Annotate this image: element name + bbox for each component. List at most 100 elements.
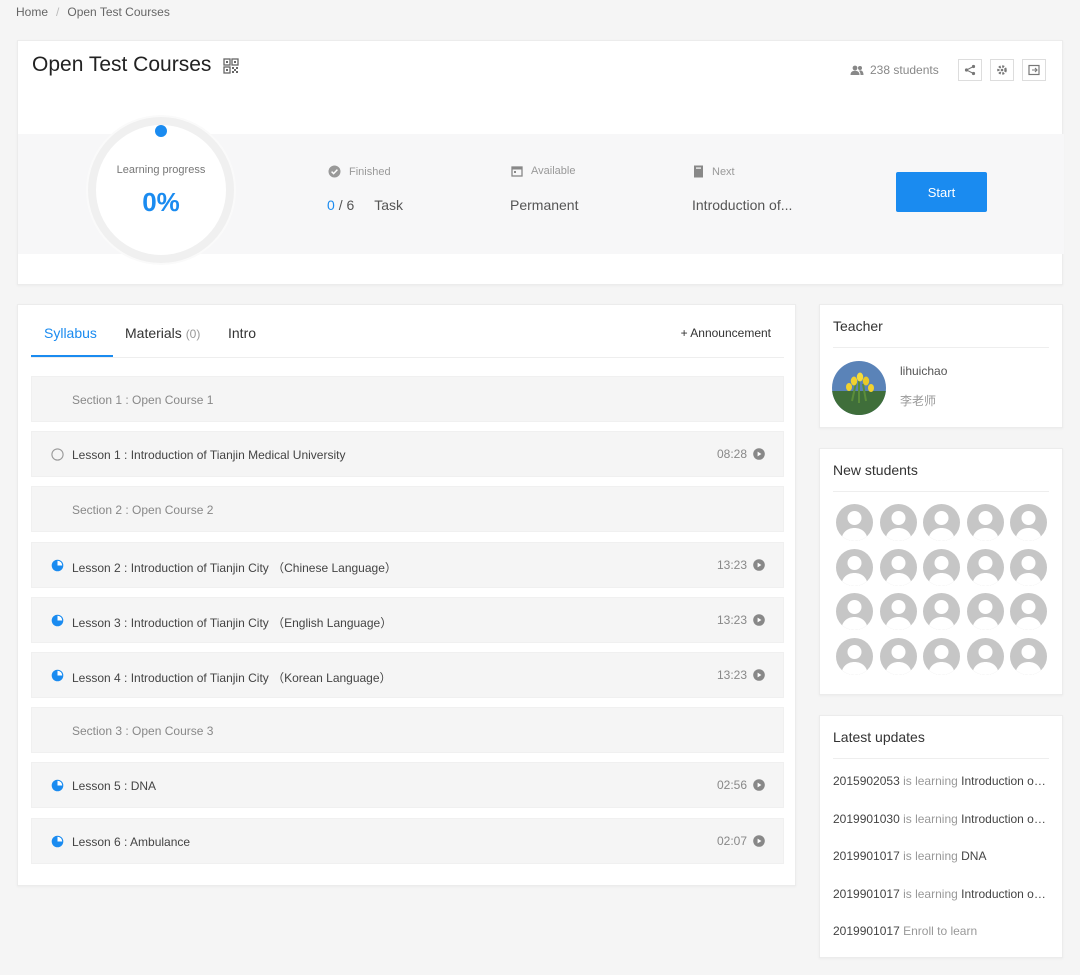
in-progress-icon (51, 669, 64, 682)
in-progress-icon (51, 559, 64, 571)
update-action: is learning (903, 811, 958, 826)
available-label: Available (511, 165, 575, 177)
update-item: 2019901017 is learning Introduction of T… (833, 887, 1049, 901)
section-row: Section 1 : Open Course 1 (31, 376, 784, 422)
student-avatar[interactable] (1010, 504, 1047, 541)
student-avatar[interactable] (966, 548, 1004, 586)
latest-updates-card: Latest updates 2015902053 is learning In… (819, 715, 1063, 958)
share-button[interactable] (958, 59, 982, 81)
update-action: Enroll to learn (903, 924, 978, 938)
active-tab-underline (31, 355, 113, 357)
exit-icon (1028, 64, 1040, 76)
student-avatar[interactable] (1010, 593, 1047, 630)
qr-code-icon[interactable] (223, 58, 239, 74)
settings-button[interactable] (990, 59, 1014, 81)
lesson-duration: 02:56 (716, 778, 747, 793)
update-action: is learning (903, 886, 958, 901)
course-header-card: Open Test Courses 238 students Learning … (17, 40, 1064, 285)
play-icon[interactable] (753, 834, 765, 847)
student-avatar[interactable] (923, 504, 960, 541)
lesson-duration: 02:07 (716, 833, 747, 848)
page-title: Open Test Courses (32, 53, 212, 76)
update-user[interactable]: 2019901030 (833, 812, 900, 826)
exit-button[interactable] (1022, 59, 1046, 81)
lesson-title: Lesson 2 : Introduction of Tianjin City … (72, 560, 397, 575)
update-item: 2019901030 is learning Introduction of T… (833, 812, 1049, 826)
student-avatar[interactable] (836, 504, 873, 541)
student-avatar[interactable] (836, 637, 873, 675)
tab-syllabus[interactable]: Syllabus (44, 325, 97, 341)
student-avatar[interactable] (836, 548, 873, 586)
calendar-icon (511, 166, 523, 177)
update-target[interactable]: Introduction of Tianjin City (961, 812, 1049, 826)
materials-count: (0) (185, 327, 201, 341)
student-avatar[interactable] (879, 637, 917, 675)
student-avatar[interactable] (1010, 637, 1047, 675)
update-user[interactable]: 2019901017 (833, 887, 900, 901)
play-icon[interactable] (753, 558, 765, 571)
check-circle-icon (328, 165, 341, 178)
users-icon (850, 65, 864, 75)
lesson-duration: 13:23 (716, 557, 747, 572)
student-avatar[interactable] (923, 637, 960, 675)
student-count: 238 students (850, 63, 939, 77)
new-students-heading: New students (833, 462, 918, 478)
student-avatar[interactable] (879, 593, 917, 630)
lesson-row[interactable]: Lesson 3 : Introduction of Tianjin City … (31, 596, 784, 643)
new-students-card: New students (819, 448, 1063, 695)
breadcrumb-current[interactable]: Open Test Courses (67, 5, 170, 19)
add-announcement-button[interactable]: + Announcement (681, 326, 771, 340)
lesson-duration: 13:23 (716, 612, 747, 627)
student-avatar[interactable] (879, 504, 917, 541)
finished-value: 0 / 6 Task (327, 197, 404, 213)
section-title: Section 1 : Open Course 1 (72, 393, 214, 407)
lesson-title: Lesson 5 : DNA (72, 779, 157, 794)
lesson-row[interactable]: Lesson 4 : Introduction of Tianjin City … (31, 652, 784, 698)
lesson-row[interactable]: Lesson 5 : DNA 02:56 (31, 762, 784, 809)
lesson-row[interactable]: Lesson 6 : Ambulance 02:07 (31, 817, 784, 864)
student-avatar[interactable] (879, 548, 917, 586)
section-row: Section 3 : Open Course 3 (31, 707, 784, 754)
student-avatar[interactable] (966, 593, 1004, 630)
lesson-row[interactable]: Lesson 1 : Introduction of Tianjin Medic… (31, 431, 784, 478)
update-user[interactable]: 2019901017 (833, 924, 900, 938)
latest-updates-heading: Latest updates (833, 729, 925, 745)
student-avatar[interactable] (923, 593, 960, 630)
update-target[interactable]: Introduction of Tianjin City (961, 887, 1049, 901)
gear-icon (997, 65, 1007, 75)
update-action: is learning (903, 774, 958, 788)
teacher-heading: Teacher (833, 318, 883, 334)
tab-materials[interactable]: Materials (0) (125, 325, 200, 341)
in-progress-icon (51, 780, 64, 792)
lesson-title: Lesson 6 : Ambulance (72, 834, 191, 849)
update-user[interactable]: 2019901017 (833, 849, 900, 863)
update-target[interactable]: DNA (961, 849, 986, 863)
lesson-duration: 08:28 (716, 447, 747, 462)
play-icon[interactable] (753, 669, 765, 681)
teacher-avatar[interactable] (832, 361, 886, 415)
tab-intro[interactable]: Intro (228, 325, 256, 341)
teacher-card: Teacher lihuichao 李老师 (819, 304, 1063, 428)
play-icon[interactable] (753, 779, 765, 792)
student-avatar[interactable] (966, 637, 1004, 675)
student-avatar[interactable] (1010, 548, 1047, 586)
update-user[interactable]: 2015902053 (833, 774, 900, 788)
play-icon[interactable] (753, 448, 765, 460)
share-icon (964, 64, 976, 76)
lesson-duration: 13:23 (716, 668, 747, 682)
lesson-title: Lesson 4 : Introduction of Tianjin City … (72, 671, 392, 685)
start-button[interactable]: Start (896, 172, 987, 212)
play-icon[interactable] (753, 613, 765, 626)
update-target[interactable]: Introduction of Tianjin City (961, 774, 1049, 788)
student-avatar[interactable] (836, 593, 873, 630)
syllabus-card: Syllabus Materials (0) Intro + Announcem… (17, 304, 796, 886)
student-avatar[interactable] (923, 548, 960, 586)
breadcrumb-home[interactable]: Home (16, 5, 48, 19)
update-item: 2019901017 is learning DNA (833, 849, 1049, 863)
progress-indicator-dot (155, 125, 167, 137)
student-avatar[interactable] (966, 504, 1004, 541)
next-lesson-value[interactable]: Introduction of... (692, 197, 792, 213)
lesson-row[interactable]: Lesson 2 : Introduction of Tianjin City … (31, 541, 784, 588)
lesson-title: Lesson 1 : Introduction of Tianjin Medic… (72, 448, 346, 463)
teacher-name[interactable]: lihuichao (900, 364, 947, 378)
